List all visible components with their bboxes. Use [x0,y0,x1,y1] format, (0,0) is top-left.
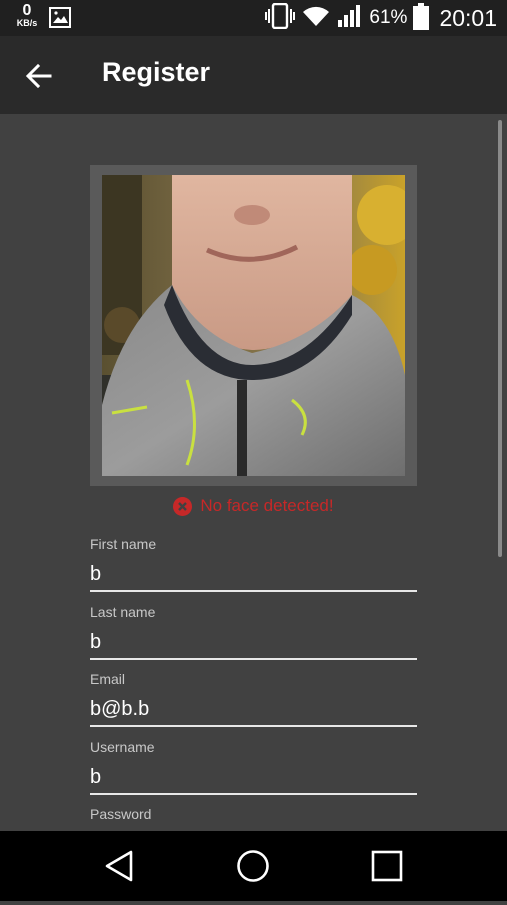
page-title: Register [102,57,211,87]
scrollbar[interactable] [498,120,502,557]
gallery-icon [49,7,71,32]
battery-icon [413,2,430,34]
status-right-group: 61% 20:01 [265,0,497,36]
wifi-icon [301,4,331,32]
email-input[interactable] [90,698,417,727]
register-form-scroll[interactable]: No face detected! First name Last name E… [0,114,507,831]
profile-photo [102,175,405,476]
navigation-bar [0,831,507,901]
username-label: Username [90,739,155,755]
last-name-label: Last name [90,604,156,620]
battery-percent: 61% [369,7,408,28]
nav-recents-button[interactable] [342,831,432,901]
error-text: No face detected! [200,496,334,515]
password-field: Password [90,806,417,831]
first-name-label: First name [90,536,157,552]
username-field: Username [90,739,417,795]
network-speed-value: 0 [22,2,32,19]
nav-back-triangle-icon [105,850,133,882]
first-name-field: First name [90,536,417,592]
email-label: Email [90,671,126,687]
password-label: Password [90,806,152,822]
status-bar: 0 KB/s 61% 20:01 [0,0,507,36]
nav-home-button[interactable] [208,831,298,901]
error-circle-icon [173,496,193,516]
nav-recents-square-icon [371,850,403,882]
vibrate-icon [265,2,296,33]
app-bar: Register [0,36,507,114]
username-input[interactable] [90,766,417,795]
last-name-input[interactable] [90,631,417,660]
last-name-field: Last name [90,604,417,660]
arrow-back-icon [25,63,52,89]
first-name-input[interactable] [90,563,417,592]
clock: 20:01 [439,4,497,31]
signal-icon [337,4,363,32]
nav-home-circle-icon [237,850,269,882]
email-field: Email [90,671,417,727]
back-button[interactable] [20,56,60,96]
face-error-message: No face detected! [0,496,507,516]
nav-back-button[interactable] [74,831,164,901]
network-speed: 0 KB/s [14,3,40,28]
profile-photo-frame[interactable] [90,165,417,486]
network-speed-unit: KB/s [16,18,38,28]
